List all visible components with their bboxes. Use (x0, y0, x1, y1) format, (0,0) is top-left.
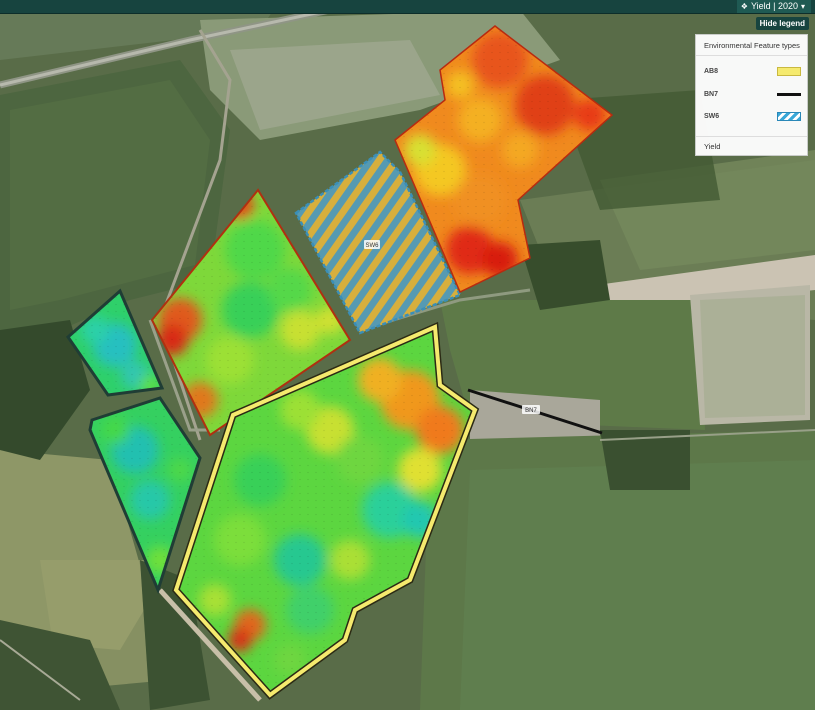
top-bar: ❖ Yield | 2020 ▾ (0, 0, 815, 14)
hide-legend-button[interactable]: Hide legend (755, 17, 809, 30)
layers-icon: ❖ (740, 2, 748, 11)
satellite-map[interactable]: BN7 SW6 (0, 0, 815, 710)
legend-row-sw6: SW6 (704, 110, 801, 122)
legend-swatch-ab8 (777, 66, 801, 76)
legend-row-bn7: BN7 (704, 88, 801, 100)
legend-label-sw6: SW6 (704, 112, 720, 120)
legend-yield-label[interactable]: Yield (704, 142, 720, 151)
legend-label-bn7: BN7 (704, 90, 719, 98)
layer-selector-label: Yield | 2020 (750, 1, 798, 11)
legend-panel: Environmental Feature types AB8 BN7 SW6 … (695, 34, 808, 156)
legend-row-ab8: AB8 (704, 65, 801, 77)
legend-swatch-bn7 (777, 92, 801, 96)
legend-divider (696, 136, 807, 137)
legend-swatch-sw6 (777, 111, 801, 121)
bn7-label: BN7 (525, 408, 537, 414)
legend-label-ab8: AB8 (704, 67, 719, 75)
sw6-label: SW6 (365, 243, 379, 249)
legend-title: Environmental Feature types (704, 41, 800, 50)
caret-down-icon: ▾ (800, 2, 805, 11)
layer-selector-button[interactable]: ❖ Yield | 2020 ▾ (736, 0, 811, 13)
legend-divider (696, 55, 807, 56)
